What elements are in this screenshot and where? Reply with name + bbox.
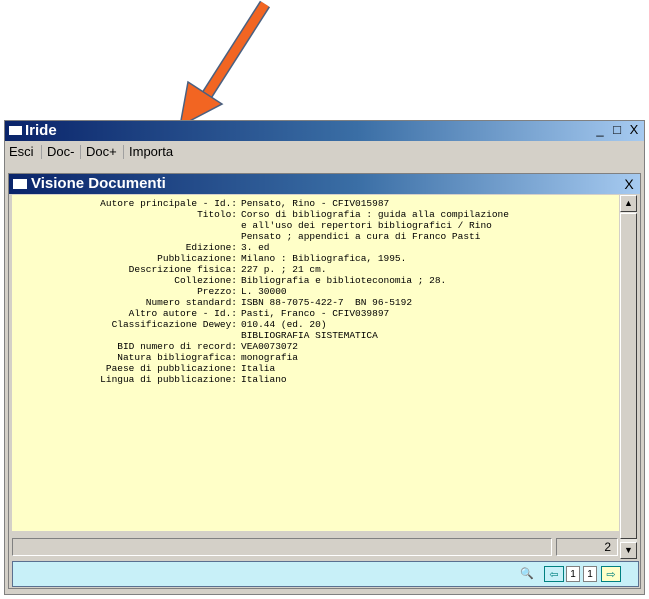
field-label: Numero standard:	[145, 297, 237, 308]
document-window-icon	[13, 179, 27, 189]
close-button[interactable]: X	[626, 122, 642, 139]
app-icon	[9, 126, 22, 135]
field-value: monografia	[241, 352, 299, 363]
field-value: ISBN 88-7075-422-7 BN 96-5192	[241, 297, 413, 308]
window-titlebar[interactable]: Iride _ □ X	[5, 121, 644, 141]
record-row: BIBLIOGRAFIA SISTEMATICA	[12, 330, 612, 341]
scroll-down-icon[interactable]: ▼	[620, 542, 637, 559]
record-row: Prezzo: L. 30000	[12, 286, 612, 297]
maximize-button[interactable]: □	[609, 122, 625, 139]
status-pane	[12, 538, 552, 556]
iride-window: Iride _ □ X Esci Doc- Doc+ Importa Visio…	[4, 120, 645, 595]
record-row: Edizione: 3. ed	[12, 242, 612, 253]
minimize-button[interactable]: _	[592, 122, 608, 139]
window-title: Iride	[25, 122, 57, 139]
document-viewer-title: Visione Documenti	[31, 175, 166, 192]
field-label: Prezzo:	[197, 286, 237, 297]
field-value: Italia	[241, 363, 276, 374]
scroll-thumb[interactable]	[620, 213, 637, 539]
field-label: Descrizione fisica:	[128, 264, 237, 275]
document-viewer-titlebar[interactable]: Visione Documenti	[9, 174, 640, 194]
field-label: Natura bibliografica:	[117, 352, 237, 363]
record-number: 2	[556, 538, 618, 556]
record-row: Paese di pubblicazione: Italia	[12, 363, 612, 374]
field-value: L. 30000	[241, 286, 287, 297]
field-label: Pubblicazione:	[157, 253, 237, 264]
field-value: 3. ed	[241, 242, 270, 253]
record-row: Descrizione fisica: 227 p. ; 21 cm.	[12, 264, 612, 275]
field-value: Italiano	[241, 374, 287, 385]
field-value: Bibliografia e biblioteconomia ; 28.	[241, 275, 447, 286]
field-label	[12, 330, 237, 341]
document-close-button[interactable]: X	[621, 176, 637, 192]
menu-importa[interactable]: Importa	[129, 144, 173, 159]
field-label: Autore principale - Id.:	[100, 198, 237, 209]
record-fields: Autore principale - Id.: Pensato, Rino - …	[12, 198, 612, 385]
field-value: e all'uso dei repertori bibliografici / …	[241, 220, 492, 231]
page-indicator-total: 1	[583, 566, 597, 582]
record-row: Lingua di pubblicazione: Italiano	[12, 374, 612, 385]
field-label: Edizione:	[185, 242, 237, 253]
field-value: Milano : Bibliografica, 1995.	[241, 253, 407, 264]
field-label	[12, 220, 237, 231]
record-row: Numero standard: ISBN 88-7075-422-7 BN 96…	[12, 297, 612, 308]
field-value: Pensato, Rino - CFIV015987	[241, 198, 390, 209]
field-value: BIBLIOGRAFIA SISTEMATICA	[241, 330, 378, 341]
field-value: Pasti, Franco - CFIV039897	[241, 308, 390, 319]
record-row: Natura bibliografica: monografia	[12, 352, 612, 363]
menu-separator	[123, 145, 124, 159]
field-value: VEA0073072	[241, 341, 299, 352]
record-row: e all'uso dei repertori bibliografici / …	[12, 220, 612, 231]
field-label	[12, 231, 237, 242]
record-row: BID numero di record: VEA0073072	[12, 341, 612, 352]
record-row: Pensato ; appendici a cura di Franco Pas…	[12, 231, 612, 242]
record-row: Pubblicazione: Milano : Bibliografica, 19…	[12, 253, 612, 264]
field-value: 010.44 (ed. 20)	[241, 319, 327, 330]
field-label: Lingua di pubblicazione:	[100, 374, 237, 385]
field-value: Pensato ; appendici a cura di Franco Pas…	[241, 231, 481, 242]
field-label: Paese di pubblicazione:	[105, 363, 237, 374]
menu-bar: Esci Doc- Doc+ Importa	[5, 141, 644, 163]
field-value: Corso di bibliografia : guida alla compi…	[241, 209, 509, 220]
menu-doc-next[interactable]: Doc+	[86, 144, 117, 159]
record-row: Collezione: Bibliografia e biblioteconomi…	[12, 275, 612, 286]
record-row: Classificazione Dewey: 010.44 (ed. 20)	[12, 319, 612, 330]
annotation-arrow-icon	[178, 0, 271, 128]
record-row: Altro autore - Id.: Pasti, Franco - CFIV0…	[12, 308, 612, 319]
field-label: Collezione:	[174, 275, 237, 286]
menu-doc-prev[interactable]: Doc-	[47, 144, 74, 159]
vertical-scrollbar[interactable]: ▲ ▼	[620, 195, 637, 559]
field-label: Titolo:	[197, 209, 237, 220]
field-value: 227 p. ; 21 cm.	[241, 264, 327, 275]
page-indicator-current: 1	[566, 566, 580, 582]
record-row: Autore principale - Id.: Pensato, Rino - …	[12, 198, 612, 209]
menu-esci[interactable]: Esci	[9, 144, 34, 159]
field-label: Classificazione Dewey:	[111, 319, 237, 330]
menu-separator	[41, 145, 42, 159]
record-row: Titolo: Corso di bibliografia : guida all…	[12, 209, 612, 220]
next-record-button[interactable]: ⇨	[601, 566, 621, 582]
field-label: Altro autore - Id.:	[128, 308, 237, 319]
previous-record-button[interactable]: ⇦	[544, 566, 564, 582]
record-display: Autore principale - Id.: Pensato, Rino - …	[12, 195, 619, 531]
field-label: BID numero di record:	[117, 341, 237, 352]
document-viewer-window: Visione Documenti X Autore principale - …	[8, 173, 641, 589]
menu-separator	[80, 145, 81, 159]
binoculars-search-icon[interactable]: 🔍	[519, 566, 535, 582]
navigation-toolbar: 🔍 ⇦ 1 1 ⇨	[12, 561, 639, 587]
scroll-up-icon[interactable]: ▲	[620, 195, 637, 212]
status-bar: 2	[12, 536, 619, 558]
